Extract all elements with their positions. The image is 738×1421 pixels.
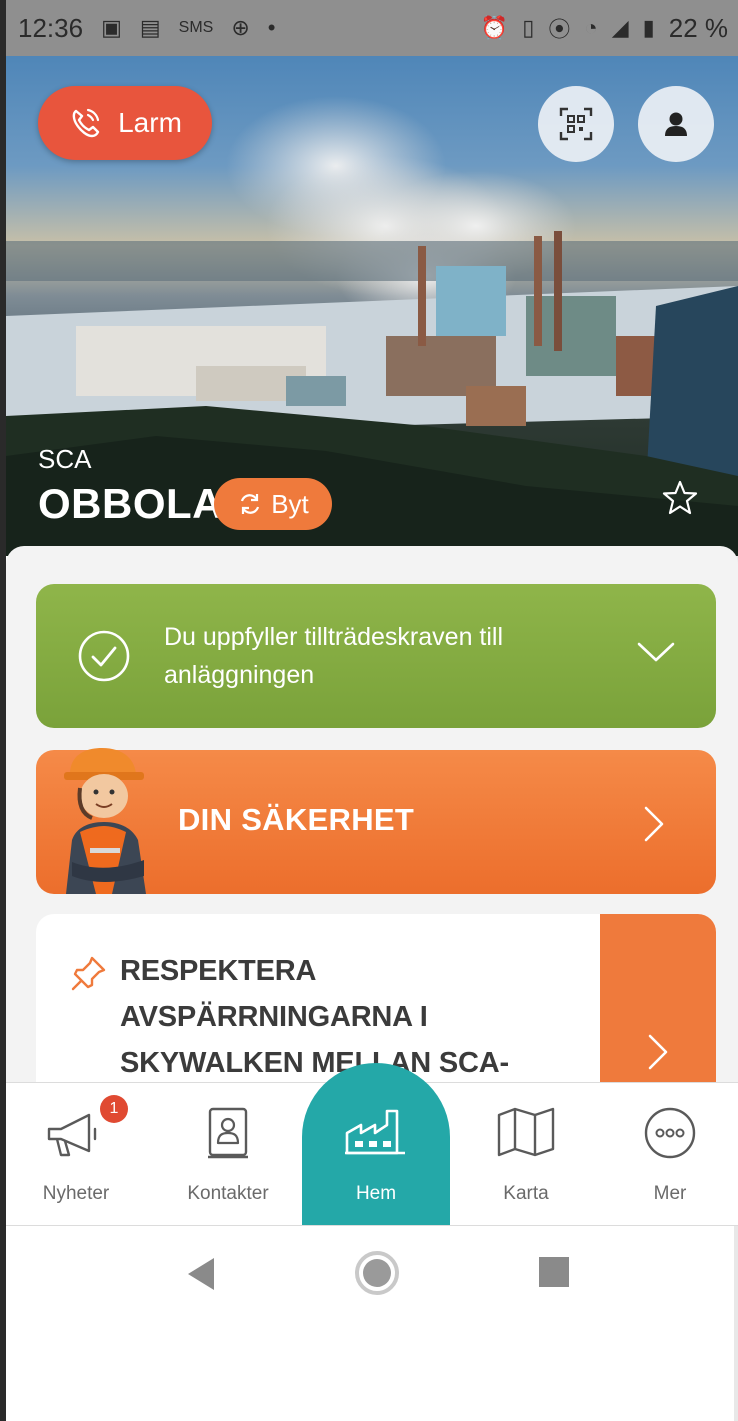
nav-home-label: Hem [355,1183,397,1204]
news-badge: 1 [100,1095,128,1123]
site-company: SCA [38,444,92,474]
gallery-icon: ▤ [139,15,161,40]
more-icon [642,1105,698,1166]
site-name: OBBOLA [38,480,223,527]
nav-map-label: Karta [503,1183,549,1204]
alarm-button-label: Larm [118,107,182,138]
qr-scan-icon [559,107,593,141]
back-button[interactable] [184,1254,220,1299]
safety-card-title: DIN SÄKERHET [178,802,415,837]
alarm-icon: ⏰ [480,15,509,40]
news-open-panel[interactable] [600,914,716,1086]
app-icon: ⊕ [231,15,250,40]
switch-site-label: Byt [271,488,309,519]
nav-contacts-label: Kontakter [187,1183,269,1204]
star-icon [662,480,698,515]
news-headline: RESPEKTERA AVSPÄRRNINGARNA I SKYWALKEN M… [120,955,509,1079]
nav-more-label: Mer [653,1183,687,1204]
chevron-right-icon [642,804,666,849]
check-circle-icon [76,628,132,689]
safety-card[interactable]: DIN SÄKERHET [36,748,716,894]
back-triangle-icon [188,1258,214,1290]
nav-more[interactable]: Mer [610,1083,730,1225]
status-right: ⏰ ▯ ⦿ ◔ ◢ ▮ 22 % [481,0,728,56]
wifi-icon: ◔ [584,15,598,40]
system-navigation [6,1226,738,1322]
sms-icon: SMS [178,19,214,36]
site-hero: Larm SCA OBBOLA Byt [6,56,738,556]
profile-button[interactable] [638,86,714,162]
status-time: 12:36 [18,12,84,43]
home-content: Du uppfyller tillträdeskraven till anläg… [6,546,738,1086]
battery-percent: 22 % [668,12,728,43]
recents-square-icon [539,1257,569,1287]
megaphone-icon [43,1105,109,1166]
image-icon: ▣ [101,15,122,40]
location-icon: ⦿ [548,17,571,42]
user-icon [665,112,687,136]
contact-book-icon [202,1105,254,1168]
nav-news-label: Nyheter [42,1183,110,1204]
vibrate-icon: ▯ [522,15,535,40]
pinned-news-card[interactable]: RESPEKTERA AVSPÄRRNINGARNA I SKYWALKEN M… [36,914,716,1086]
bottom-navigation: 1 Nyheter Kontakter Hem Karta Mer [6,1063,738,1226]
access-status-card[interactable]: Du uppfyller tillträdeskraven till anläg… [36,584,716,728]
qr-scan-button[interactable] [538,86,614,162]
home-circle-icon [355,1251,399,1295]
alarm-button[interactable]: Larm [38,86,212,160]
refresh-icon [241,494,260,514]
chevron-down-icon [636,640,676,669]
status-bar: 12:36 ▣ ▤ SMS ⊕ • ⏰ ▯ ⦿ ◔ ◢ ▮ 22 % [6,0,738,56]
worker-illustration [52,744,162,899]
home-button[interactable] [352,1248,402,1303]
nav-map[interactable]: Karta [466,1083,586,1225]
pin-icon [70,954,108,997]
dot-icon: • [267,15,276,40]
recents-button[interactable] [536,1254,572,1295]
nav-home[interactable]: Hem [302,1063,450,1225]
switch-site-button[interactable]: Byt [214,478,332,530]
favorite-star-button[interactable] [660,478,700,523]
battery-icon: ▮ [642,15,655,40]
nav-contacts[interactable]: Kontakter [168,1083,288,1225]
nav-news[interactable]: 1 Nyheter [16,1083,136,1225]
access-status-text: Du uppfyller tillträdeskraven till anläg… [164,623,504,689]
phone-alarm-icon [72,108,100,138]
factory-icon [343,1107,409,1162]
signal-icon: ◢ [611,15,629,40]
map-icon [495,1105,557,1164]
chevron-right-icon [646,1032,670,1077]
